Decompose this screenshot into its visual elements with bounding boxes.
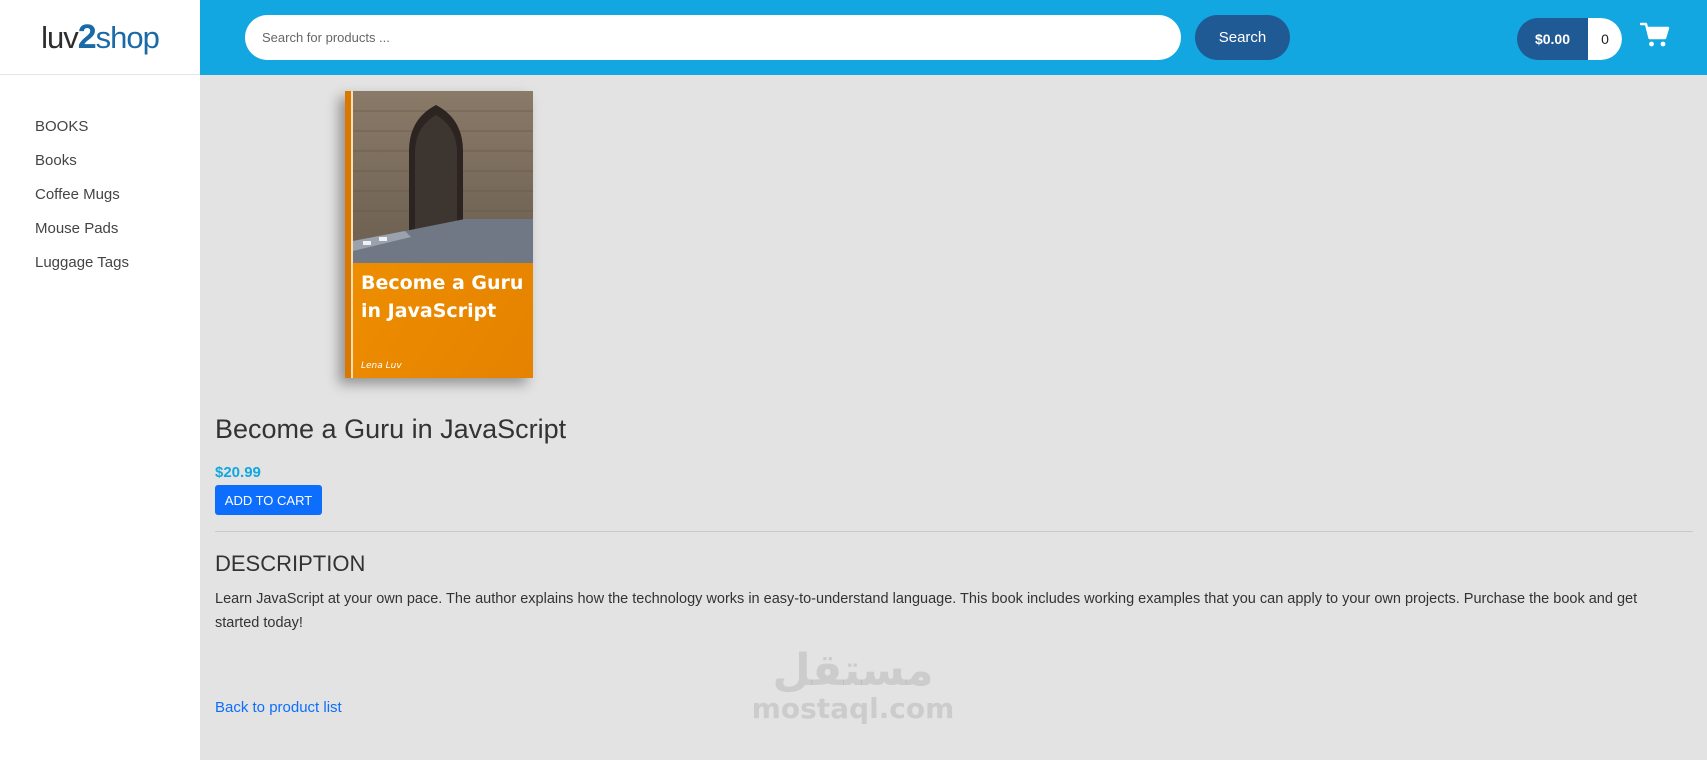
- cover-author: Lena Luv: [361, 361, 402, 371]
- shopping-cart-icon[interactable]: [1640, 22, 1670, 48]
- top-header: Search $0.00 0: [200, 0, 1707, 75]
- search-button[interactable]: Search: [1195, 15, 1290, 60]
- product-image: Become a Guru in JavaScript Lena Luv: [345, 91, 533, 378]
- logo-part-luv: luv: [41, 19, 79, 55]
- divider: [215, 531, 1693, 532]
- back-to-product-list-link[interactable]: Back to product list: [215, 699, 342, 716]
- cart-total-price: $0.00: [1517, 18, 1588, 60]
- category-item-luggage-tags[interactable]: Luggage Tags: [35, 253, 200, 287]
- cart-status[interactable]: $0.00 0: [1517, 18, 1622, 60]
- category-menu: BOOKS Books Coffee Mugs Mouse Pads Lugga…: [0, 75, 200, 287]
- cover-title-line-1: Become a Guru: [361, 272, 523, 294]
- search-input[interactable]: [245, 15, 1181, 60]
- description-heading: DESCRIPTION: [215, 551, 366, 576]
- category-item-coffee-mugs[interactable]: Coffee Mugs: [35, 185, 200, 219]
- product-description: Learn JavaScript at your own pace. The a…: [215, 591, 1638, 631]
- book-cover-illustration: Become a Guru in JavaScript Lena Luv: [345, 91, 533, 378]
- product-title: Become a Guru in JavaScript: [215, 414, 567, 444]
- watermark-arabic: مستقل: [772, 645, 934, 696]
- logo-part-2: 2: [77, 17, 97, 56]
- cart-total-quantity: 0: [1588, 18, 1622, 60]
- category-menu-heading[interactable]: BOOKS: [35, 117, 200, 151]
- category-item-mouse-pads[interactable]: Mouse Pads: [35, 219, 200, 253]
- category-item-books[interactable]: Books: [35, 151, 200, 185]
- product-price: $20.99: [215, 464, 261, 481]
- logo[interactable]: luv2shop: [0, 0, 200, 75]
- cover-title-line-2: in JavaScript: [361, 300, 496, 322]
- logo-part-shop: shop: [95, 19, 160, 55]
- sidebar: luv2shop BOOKS Books Coffee Mugs Mouse P…: [0, 0, 200, 760]
- add-to-cart-button[interactable]: ADD TO CART: [215, 485, 322, 515]
- watermark-latin: mostaql.com: [751, 692, 955, 725]
- logo-text: luv2shop: [41, 17, 160, 57]
- watermark: مستقل mostaql.com: [748, 648, 958, 724]
